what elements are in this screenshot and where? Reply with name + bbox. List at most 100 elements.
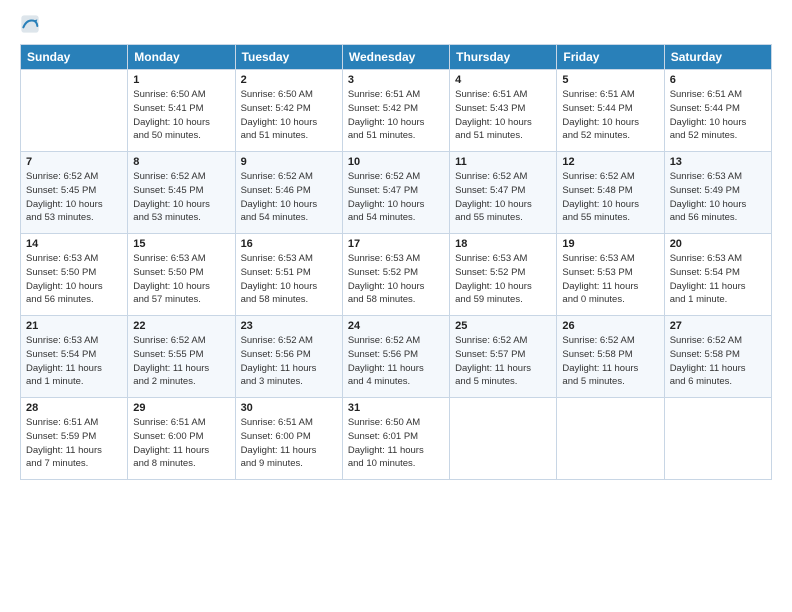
day-info: Sunrise: 6:53 AM Sunset: 5:52 PM Dayligh…	[348, 252, 444, 307]
week-row-5: 28Sunrise: 6:51 AM Sunset: 5:59 PM Dayli…	[21, 398, 772, 480]
logo-icon	[20, 14, 40, 34]
day-info: Sunrise: 6:51 AM Sunset: 5:44 PM Dayligh…	[670, 88, 766, 143]
calendar-cell: 11 Sunrise: 6:52 AM Sunset: 5:47 PM Dayli…	[450, 152, 557, 234]
weekday-header-thursday: Thursday	[450, 45, 557, 70]
calendar-cell: 27 Sunrise: 6:52 AM Sunset: 5:58 PM Dayli…	[664, 316, 771, 398]
calendar-cell: 22 Sunrise: 6:52 AM Sunset: 5:55 PM Dayli…	[128, 316, 235, 398]
calendar-cell: 2Sunrise: 6:50 AM Sunset: 5:42 PM Daylig…	[235, 70, 342, 152]
day-info: Sunrise: 6:51 AM Sunset: 5:43 PM Dayligh…	[455, 88, 551, 143]
day-number: 27	[670, 320, 766, 332]
day-number: 2	[241, 74, 337, 86]
day-info: Sunrise: 6:53 AM Sunset: 5:50 PM Dayligh…	[133, 252, 229, 307]
calendar-cell: 25 Sunrise: 6:52 AM Sunset: 5:57 PM Dayli…	[450, 316, 557, 398]
calendar-cell: 13 Sunrise: 6:53 AM Sunset: 5:49 PM Dayli…	[664, 152, 771, 234]
day-info: Sunrise: 6:52 AM Sunset: 5:47 PM Dayligh…	[348, 170, 444, 225]
day-info: Sunrise: 6:53 AM Sunset: 5:54 PM Dayligh…	[670, 252, 766, 307]
day-number: 26	[562, 320, 658, 332]
day-number: 19	[562, 238, 658, 250]
calendar-cell: 16Sunrise: 6:53 AM Sunset: 5:51 PM Dayli…	[235, 234, 342, 316]
calendar-cell: 17 Sunrise: 6:53 AM Sunset: 5:52 PM Dayli…	[342, 234, 449, 316]
day-info: Sunrise: 6:52 AM Sunset: 5:47 PM Dayligh…	[455, 170, 551, 225]
day-info: Sunrise: 6:52 AM Sunset: 5:46 PM Dayligh…	[241, 170, 337, 225]
weekday-header-friday: Friday	[557, 45, 664, 70]
day-number: 18	[455, 238, 551, 250]
week-row-3: 14 Sunrise: 6:53 AM Sunset: 5:50 PM Dayli…	[21, 234, 772, 316]
day-number: 15	[133, 238, 229, 250]
day-number: 9	[241, 156, 337, 168]
day-number: 21	[26, 320, 122, 332]
logo	[20, 16, 44, 36]
weekday-header-saturday: Saturday	[664, 45, 771, 70]
day-info: Sunrise: 6:51 AM Sunset: 5:42 PM Dayligh…	[348, 88, 444, 143]
calendar-cell: 12Sunrise: 6:52 AM Sunset: 5:48 PM Dayli…	[557, 152, 664, 234]
calendar-cell: 30 Sunrise: 6:51 AM Sunset: 6:00 PM Dayli…	[235, 398, 342, 480]
day-number: 16	[241, 238, 337, 250]
day-info: Sunrise: 6:52 AM Sunset: 5:55 PM Dayligh…	[133, 334, 229, 389]
day-info: Sunrise: 6:53 AM Sunset: 5:49 PM Dayligh…	[670, 170, 766, 225]
day-info: Sunrise: 6:51 AM Sunset: 5:59 PM Dayligh…	[26, 416, 122, 471]
day-info: Sunrise: 6:53 AM Sunset: 5:53 PM Dayligh…	[562, 252, 658, 307]
calendar-cell: 7Sunrise: 6:52 AM Sunset: 5:45 PM Daylig…	[21, 152, 128, 234]
day-number: 24	[348, 320, 444, 332]
calendar-container: SundayMondayTuesdayWednesdayThursdayFrid…	[0, 0, 792, 490]
day-number: 3	[348, 74, 444, 86]
day-info: Sunrise: 6:52 AM Sunset: 5:56 PM Dayligh…	[348, 334, 444, 389]
calendar-table: SundayMondayTuesdayWednesdayThursdayFrid…	[20, 44, 772, 480]
calendar-cell: 23 Sunrise: 6:52 AM Sunset: 5:56 PM Dayli…	[235, 316, 342, 398]
day-number: 6	[670, 74, 766, 86]
day-number: 13	[670, 156, 766, 168]
calendar-cell: 1Sunrise: 6:50 AM Sunset: 5:41 PM Daylig…	[128, 70, 235, 152]
day-info: Sunrise: 6:51 AM Sunset: 5:44 PM Dayligh…	[562, 88, 658, 143]
calendar-cell: 20 Sunrise: 6:53 AM Sunset: 5:54 PM Dayli…	[664, 234, 771, 316]
calendar-cell: 6 Sunrise: 6:51 AM Sunset: 5:44 PM Daylig…	[664, 70, 771, 152]
day-info: Sunrise: 6:52 AM Sunset: 5:58 PM Dayligh…	[562, 334, 658, 389]
calendar-cell: 19 Sunrise: 6:53 AM Sunset: 5:53 PM Dayli…	[557, 234, 664, 316]
day-number: 29	[133, 402, 229, 414]
header	[20, 16, 772, 36]
day-number: 14	[26, 238, 122, 250]
calendar-cell: 15 Sunrise: 6:53 AM Sunset: 5:50 PM Dayli…	[128, 234, 235, 316]
calendar-cell: 14Sunrise: 6:53 AM Sunset: 5:50 PM Dayli…	[21, 234, 128, 316]
weekday-header-monday: Monday	[128, 45, 235, 70]
day-number: 17	[348, 238, 444, 250]
week-row-1: 1Sunrise: 6:50 AM Sunset: 5:41 PM Daylig…	[21, 70, 772, 152]
week-row-2: 7Sunrise: 6:52 AM Sunset: 5:45 PM Daylig…	[21, 152, 772, 234]
weekday-header-sunday: Sunday	[21, 45, 128, 70]
calendar-cell: 5 Sunrise: 6:51 AM Sunset: 5:44 PM Daylig…	[557, 70, 664, 152]
day-number: 22	[133, 320, 229, 332]
calendar-cell	[664, 398, 771, 480]
day-info: Sunrise: 6:52 AM Sunset: 5:45 PM Dayligh…	[26, 170, 122, 225]
week-row-4: 21 Sunrise: 6:53 AM Sunset: 5:54 PM Dayli…	[21, 316, 772, 398]
day-number: 10	[348, 156, 444, 168]
calendar-cell	[21, 70, 128, 152]
day-number: 5	[562, 74, 658, 86]
day-number: 25	[455, 320, 551, 332]
calendar-cell: 8 Sunrise: 6:52 AM Sunset: 5:45 PM Daylig…	[128, 152, 235, 234]
calendar-cell: 24 Sunrise: 6:52 AM Sunset: 5:56 PM Dayli…	[342, 316, 449, 398]
calendar-cell: 28Sunrise: 6:51 AM Sunset: 5:59 PM Dayli…	[21, 398, 128, 480]
day-info: Sunrise: 6:52 AM Sunset: 5:57 PM Dayligh…	[455, 334, 551, 389]
day-info: Sunrise: 6:52 AM Sunset: 5:56 PM Dayligh…	[241, 334, 337, 389]
calendar-cell: 21 Sunrise: 6:53 AM Sunset: 5:54 PM Dayli…	[21, 316, 128, 398]
day-info: Sunrise: 6:51 AM Sunset: 6:00 PM Dayligh…	[241, 416, 337, 471]
calendar-cell: 18 Sunrise: 6:53 AM Sunset: 5:52 PM Dayli…	[450, 234, 557, 316]
day-number: 30	[241, 402, 337, 414]
day-info: Sunrise: 6:53 AM Sunset: 5:52 PM Dayligh…	[455, 252, 551, 307]
day-info: Sunrise: 6:52 AM Sunset: 5:45 PM Dayligh…	[133, 170, 229, 225]
calendar-cell: 9 Sunrise: 6:52 AM Sunset: 5:46 PM Daylig…	[235, 152, 342, 234]
calendar-cell	[557, 398, 664, 480]
day-number: 8	[133, 156, 229, 168]
calendar-cell: 31Sunrise: 6:50 AM Sunset: 6:01 PM Dayli…	[342, 398, 449, 480]
weekday-header-row: SundayMondayTuesdayWednesdayThursdayFrid…	[21, 45, 772, 70]
day-number: 11	[455, 156, 551, 168]
day-number: 31	[348, 402, 444, 414]
calendar-cell: 10 Sunrise: 6:52 AM Sunset: 5:47 PM Dayli…	[342, 152, 449, 234]
day-info: Sunrise: 6:53 AM Sunset: 5:54 PM Dayligh…	[26, 334, 122, 389]
day-info: Sunrise: 6:52 AM Sunset: 5:58 PM Dayligh…	[670, 334, 766, 389]
day-number: 20	[670, 238, 766, 250]
day-info: Sunrise: 6:50 AM Sunset: 5:41 PM Dayligh…	[133, 88, 229, 143]
day-number: 4	[455, 74, 551, 86]
day-info: Sunrise: 6:51 AM Sunset: 6:00 PM Dayligh…	[133, 416, 229, 471]
calendar-cell: 26 Sunrise: 6:52 AM Sunset: 5:58 PM Dayli…	[557, 316, 664, 398]
day-number: 23	[241, 320, 337, 332]
